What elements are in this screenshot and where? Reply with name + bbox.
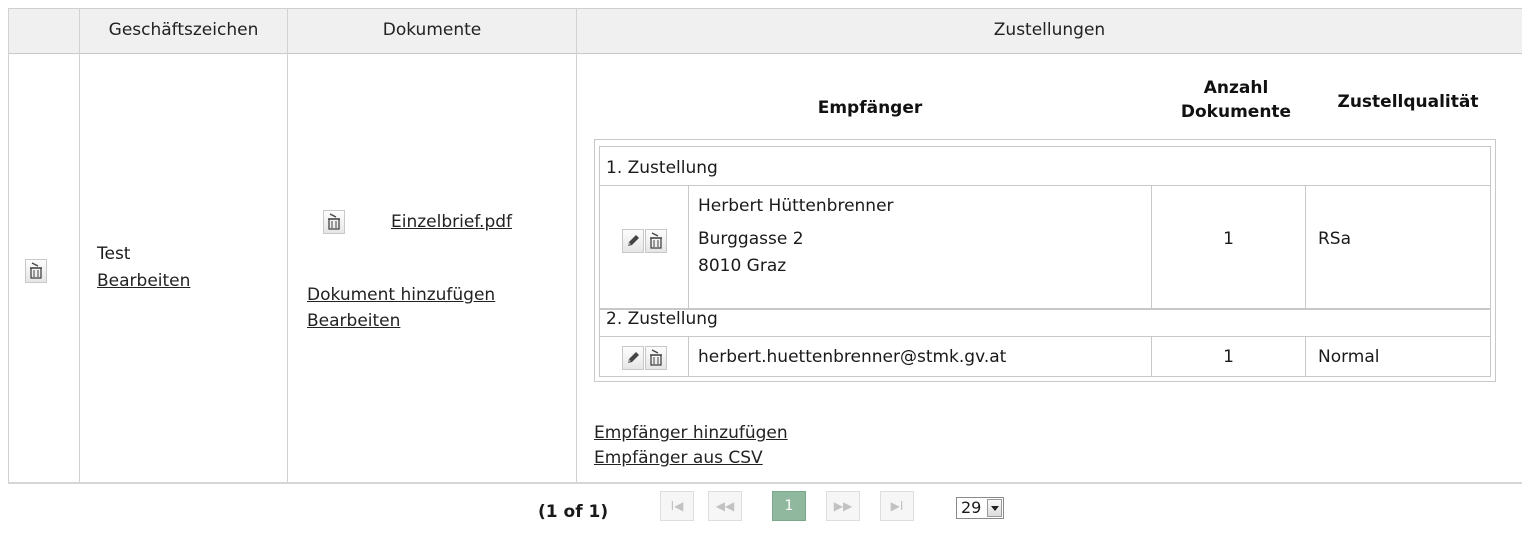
geschaeftszeichen-value: Test bbox=[97, 244, 131, 264]
edit-delivery-1-button[interactable] bbox=[622, 229, 644, 253]
trash-icon bbox=[328, 213, 340, 230]
trash-icon bbox=[650, 232, 662, 249]
add-recipient-link[interactable]: Empfänger hinzufügen bbox=[594, 423, 788, 443]
cell-divider bbox=[688, 337, 689, 376]
quality-column-header: Zustellqualität bbox=[1337, 92, 1479, 112]
count-column-header-line1: Anzahl bbox=[1203, 78, 1269, 98]
row-divider bbox=[600, 336, 1490, 337]
delivery-1-recipient-name: Herbert Hüttenbrenner bbox=[698, 196, 894, 216]
last-page-button[interactable]: ▶I bbox=[880, 491, 914, 521]
add-document-link[interactable]: Dokument hinzufügen bbox=[307, 285, 495, 305]
recipient-csv-link[interactable]: Empfänger aus CSV bbox=[594, 448, 763, 468]
edit-documents-link[interactable]: Bearbeiten bbox=[307, 311, 400, 331]
delivery-1-recipient-city: 8010 Graz bbox=[698, 256, 787, 276]
edit-geschaeftszeichen-link[interactable]: Bearbeiten bbox=[97, 271, 190, 291]
header-dokumente: Dokumente bbox=[382, 20, 482, 40]
first-page-button[interactable]: I◀ bbox=[660, 491, 694, 521]
rows-per-page-select[interactable]: 29 bbox=[956, 497, 1004, 519]
trash-icon bbox=[30, 262, 42, 279]
cell-divider bbox=[688, 186, 689, 308]
delete-row-button[interactable] bbox=[25, 259, 47, 283]
cell-divider bbox=[1305, 337, 1306, 376]
delivery-1-count: 1 bbox=[1223, 229, 1234, 249]
page-1-button[interactable]: 1 bbox=[772, 491, 806, 521]
header-geschaeftszeichen: Geschäftszeichen bbox=[108, 20, 259, 40]
delete-delivery-1-button[interactable] bbox=[645, 229, 667, 253]
cell-divider bbox=[1305, 186, 1306, 308]
delivery-1 bbox=[599, 146, 1491, 309]
delete-delivery-2-button[interactable] bbox=[645, 346, 667, 370]
delivery-1-recipient-street: Burggasse 2 bbox=[698, 229, 804, 249]
pencil-icon bbox=[628, 235, 639, 246]
recipient-column-header: Empfänger bbox=[817, 98, 923, 118]
chevron-down-icon[interactable] bbox=[987, 499, 1002, 517]
delivery-2-quality: Normal bbox=[1318, 347, 1380, 367]
delivery-2-title: 2. Zustellung bbox=[606, 309, 718, 329]
count-column-header-line2: Dokumente bbox=[1180, 102, 1292, 122]
delivery-2-count: 1 bbox=[1223, 347, 1234, 367]
document-link[interactable]: Einzelbrief.pdf bbox=[391, 212, 512, 232]
paginator-status: (1 of 1) bbox=[538, 502, 609, 522]
header-zustellungen: Zustellungen bbox=[993, 20, 1106, 40]
trash-icon bbox=[650, 349, 662, 366]
row-divider bbox=[600, 185, 1490, 186]
delivery-1-quality: RSa bbox=[1318, 229, 1352, 249]
data-table: Geschäftszeichen Dokumente Zustellungen … bbox=[0, 0, 1522, 534]
edit-delivery-2-button[interactable] bbox=[622, 346, 644, 370]
previous-page-button[interactable]: ◀◀ bbox=[708, 491, 742, 521]
delivery-2-recipient-email: herbert.huettenbrenner@stmk.gv.at bbox=[698, 347, 1007, 367]
delivery-1-title: 1. Zustellung bbox=[606, 158, 718, 178]
pencil-icon bbox=[628, 352, 639, 363]
next-page-button[interactable]: ▶▶ bbox=[826, 491, 860, 521]
delete-document-button[interactable] bbox=[323, 210, 345, 234]
rows-per-page-value: 29 bbox=[961, 498, 982, 517]
